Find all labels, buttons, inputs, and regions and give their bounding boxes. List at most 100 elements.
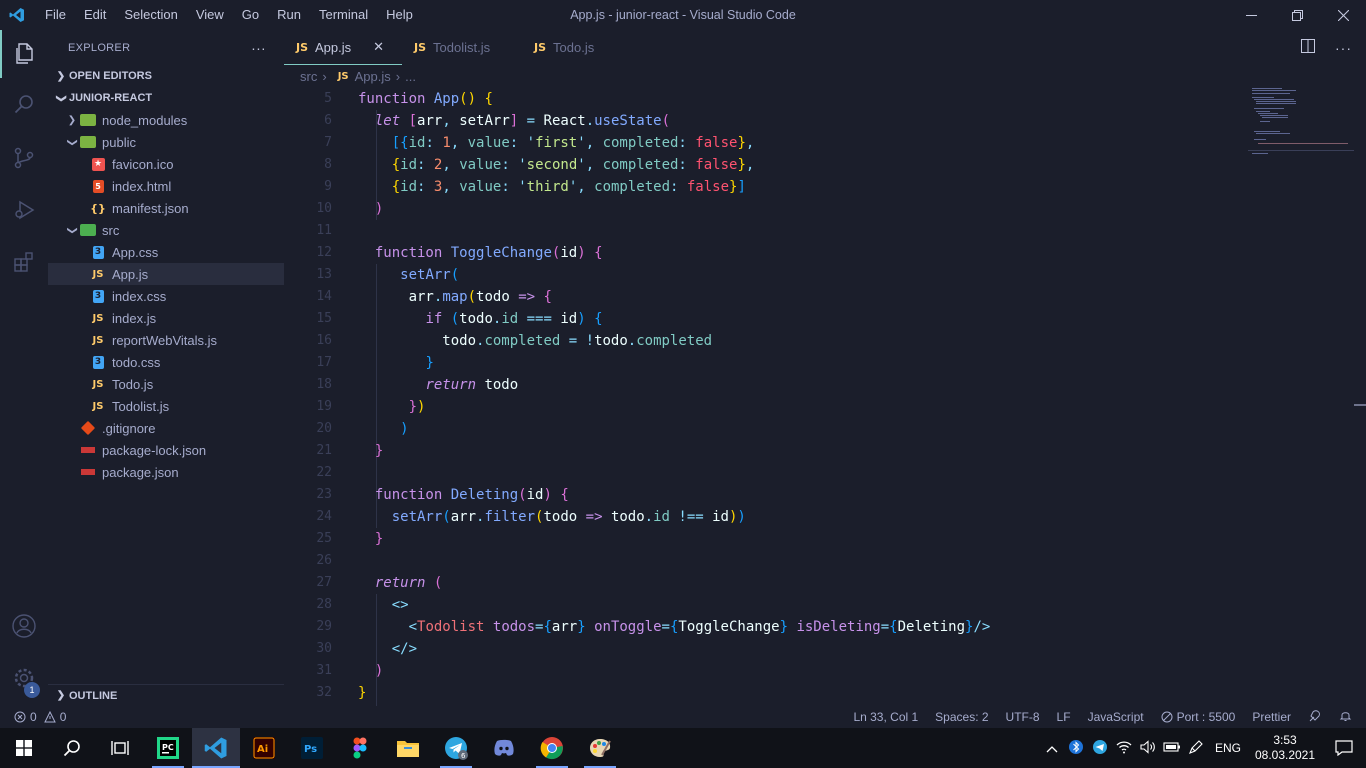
file-tree-item[interactable]: package-lock.json — [48, 439, 284, 461]
chevron-right-icon: › — [395, 68, 401, 84]
file-tree: ❯ node_modules ❯ public ★ favicon.ico 5 index.h… — [48, 109, 284, 483]
file-tree-item[interactable]: ❯ src — [48, 219, 284, 241]
menu-run[interactable]: Run — [268, 0, 310, 30]
live-server-port[interactable]: Port : 5500 — [1161, 710, 1235, 724]
breadcrumb-folder[interactable]: src — [300, 69, 317, 84]
files-icon — [16, 43, 33, 64]
notifications-bell-icon[interactable] — [1339, 709, 1352, 725]
menu-terminal[interactable]: Terminal — [310, 0, 377, 30]
taskbar-illustrator[interactable]: Ai — [240, 728, 288, 768]
file-tree-item[interactable]: 3 todo.css — [48, 351, 284, 373]
accounts-activity-button[interactable] — [0, 602, 48, 650]
breadcrumb-file[interactable]: App.js — [355, 69, 391, 84]
file-tree-label: package.json — [102, 464, 179, 480]
open-editors-section[interactable]: ❯ OPEN EDITORS — [48, 65, 284, 87]
editor-more-actions-icon[interactable]: ··· — [1335, 40, 1352, 56]
show-hidden-icons-chevron-up-icon[interactable] — [1040, 741, 1064, 756]
run-debug-activity-button[interactable] — [0, 186, 48, 234]
npm-file-icon — [80, 442, 96, 458]
taskbar-telegram[interactable]: 6 — [432, 728, 480, 768]
file-tree-item[interactable]: JS Todolist.js — [48, 395, 284, 417]
line-number: 12 — [316, 245, 332, 260]
wifi-icon[interactable] — [1112, 740, 1136, 757]
indentation[interactable]: Spaces: 2 — [935, 710, 988, 724]
minimap[interactable] — [1248, 88, 1354, 158]
file-tree-item[interactable]: JS App.js — [48, 263, 284, 285]
scrollbar-thumb[interactable] — [1354, 404, 1366, 406]
minimize-button[interactable] — [1228, 0, 1274, 30]
file-tree-item[interactable]: 5 index.html — [48, 175, 284, 197]
file-tree-item[interactable]: JS Todo.js — [48, 373, 284, 395]
taskbar-discord[interactable] — [480, 728, 528, 768]
illustrator-icon: Ai — [253, 737, 275, 759]
extensions-activity-button[interactable] — [0, 238, 48, 286]
close-tab-icon[interactable]: ✕ — [373, 39, 384, 55]
search-activity-button[interactable] — [0, 80, 48, 128]
file-tree-item[interactable]: package.json — [48, 461, 284, 483]
close-window-button[interactable] — [1320, 0, 1366, 30]
tab-app-js[interactable]: JS App.js ✕ — [284, 30, 402, 65]
file-tree-item[interactable]: 3 index.css — [48, 285, 284, 307]
chevron-right-icon: › — [322, 68, 327, 84]
taskbar-paint-app[interactable] — [576, 728, 624, 768]
action-center-button[interactable] — [1322, 728, 1366, 768]
taskbar-photoshop[interactable]: Ps — [288, 728, 336, 768]
outline-section[interactable]: ❯ OUTLINE — [48, 684, 284, 706]
feedback-icon[interactable] — [1308, 709, 1322, 726]
pen-icon[interactable] — [1184, 739, 1208, 758]
file-tree-item[interactable]: 3 App.css — [48, 241, 284, 263]
taskbar-file-explorer[interactable] — [384, 728, 432, 768]
tray-telegram-icon[interactable] — [1088, 739, 1112, 758]
file-tree-item[interactable]: ❯ node_modules — [48, 109, 284, 131]
line-number: 7 — [324, 135, 332, 150]
file-tree-label: public — [102, 134, 136, 150]
file-tree-item[interactable]: {} manifest.json — [48, 197, 284, 219]
problems-indicator[interactable]: 0 0 — [0, 710, 66, 724]
language-mode[interactable]: JavaScript — [1088, 710, 1144, 724]
cursor-position[interactable]: Ln 33, Col 1 — [853, 710, 918, 724]
file-tree-item[interactable]: JS index.js — [48, 307, 284, 329]
menu-view[interactable]: View — [187, 0, 233, 30]
task-view-button[interactable] — [96, 728, 144, 768]
manage-activity-button[interactable]: 1 — [0, 654, 48, 702]
bluetooth-icon[interactable] — [1064, 739, 1088, 758]
file-tree-item[interactable]: ❯ public — [48, 131, 284, 153]
tab-todolist-js[interactable]: JS Todolist.js — [402, 30, 522, 65]
split-editor-icon[interactable] — [1301, 39, 1315, 56]
explorer-sidebar: EXPLORER ··· ❯ OPEN EDITORS ❯ JUNIOR-REA… — [48, 30, 284, 706]
input-language[interactable]: ENG — [1208, 741, 1248, 755]
file-tree-item[interactable]: JS reportWebVitals.js — [48, 329, 284, 351]
folder-open-icon — [80, 134, 96, 150]
source-control-activity-button[interactable] — [0, 134, 48, 182]
code-line: if (todo.id === id) { — [425, 311, 603, 327]
prettier-status[interactable]: Prettier — [1252, 710, 1291, 724]
menu-help[interactable]: Help — [377, 0, 422, 30]
menu-file[interactable]: File — [36, 0, 75, 30]
battery-icon[interactable] — [1160, 741, 1184, 756]
taskbar-vscode[interactable] — [192, 728, 240, 768]
file-tree-item[interactable]: .gitignore — [48, 417, 284, 439]
menu-edit[interactable]: Edit — [75, 0, 115, 30]
explorer-more-actions-button[interactable]: ··· — [251, 40, 266, 56]
clock[interactable]: 3:53 08.03.2021 — [1248, 733, 1322, 763]
project-section[interactable]: ❯ JUNIOR-REACT — [48, 87, 284, 109]
taskbar-figma[interactable] — [336, 728, 384, 768]
menu-go[interactable]: Go — [233, 0, 268, 30]
file-tree-item[interactable]: ★ favicon.ico — [48, 153, 284, 175]
tab-todo-js[interactable]: JS Todo.js — [522, 30, 622, 65]
menu-selection[interactable]: Selection — [115, 0, 186, 30]
taskbar-pycharm[interactable]: PC — [144, 728, 192, 768]
restore-button[interactable] — [1274, 0, 1320, 30]
breadcrumb-more[interactable]: ... — [405, 69, 416, 84]
explorer-activity-button[interactable] — [0, 30, 48, 78]
editor-vertical-scrollbar[interactable] — [1354, 88, 1366, 706]
code-editor[interactable]: 5 6 7 8 9 10 11 12 13 14 15 16 17 18 19 20 21 22 23 24 25 26 2… — [284, 88, 1366, 768]
end-of-line[interactable]: LF — [1057, 710, 1071, 724]
file-tree-label: index.js — [112, 310, 157, 326]
line-number: 26 — [316, 553, 332, 568]
taskbar-chrome[interactable] — [528, 728, 576, 768]
volume-icon[interactable] — [1136, 739, 1160, 757]
encoding[interactable]: UTF-8 — [1006, 710, 1040, 724]
taskbar-search-button[interactable] — [48, 728, 96, 768]
start-button[interactable] — [0, 728, 48, 768]
